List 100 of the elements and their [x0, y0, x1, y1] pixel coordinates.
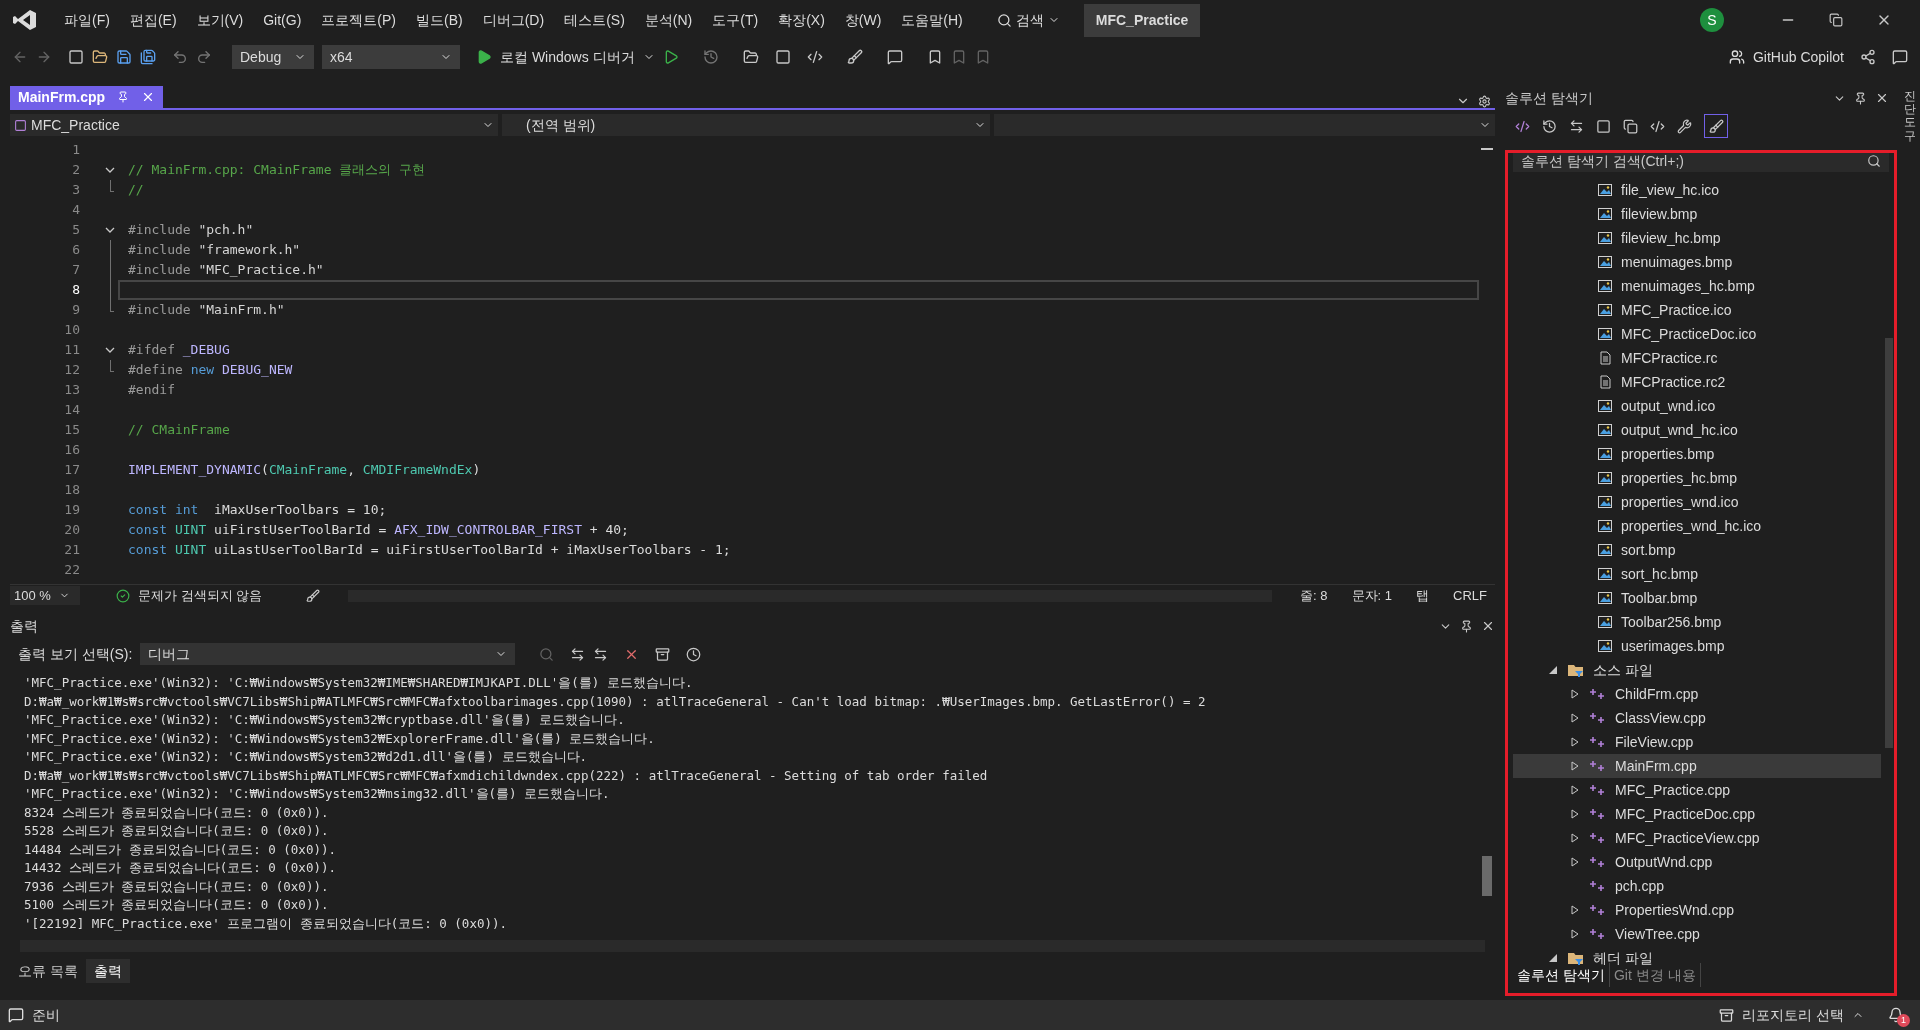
tree-item[interactable]: ViewTree.cpp — [1513, 922, 1881, 946]
project-dropdown[interactable]: MFC_Practice — [10, 114, 498, 136]
open-folder-icon[interactable] — [92, 49, 108, 65]
expand-arrow-icon[interactable] — [1571, 929, 1579, 939]
menu-item[interactable]: 빌드(B) — [406, 9, 473, 31]
tree-item[interactable]: MFC_Practice.cpp — [1513, 778, 1881, 802]
issues-status[interactable]: 문제가 검색되지 않음 — [116, 585, 263, 606]
history-icon[interactable] — [1542, 118, 1557, 134]
properties-icon[interactable] — [1677, 118, 1692, 134]
tree-item[interactable]: fileview.bmp — [1513, 202, 1881, 226]
tree-item[interactable]: ClassView.cpp — [1513, 706, 1881, 730]
tree-folder[interactable]: 소스 파일 — [1513, 658, 1881, 682]
tree-item[interactable]: userimages.bmp — [1513, 634, 1881, 658]
tree-item[interactable]: MFC_PracticeView.cpp — [1513, 826, 1881, 850]
find-icon[interactable] — [539, 646, 555, 662]
settings-icon[interactable] — [1478, 95, 1491, 108]
tree-item[interactable]: output_wnd_hc.ico — [1513, 418, 1881, 442]
tree-item[interactable]: MFC_Practice.ico — [1513, 298, 1881, 322]
indent-mode[interactable]: 탭 — [1416, 585, 1430, 606]
tree-item[interactable]: sort_hc.bmp — [1513, 562, 1881, 586]
copilot-button[interactable]: GitHub Copilot — [1728, 46, 1844, 68]
tree-item[interactable]: Toolbar256.bmp — [1513, 610, 1881, 634]
collapse-arrow-icon[interactable] — [1549, 666, 1557, 674]
menu-item[interactable]: 창(W) — [834, 9, 892, 31]
expand-arrow-icon[interactable] — [1571, 809, 1579, 819]
tree-item[interactable]: properties_hc.bmp — [1513, 466, 1881, 490]
expand-arrow-icon[interactable] — [1571, 833, 1579, 843]
expand-arrow-icon[interactable] — [1571, 761, 1579, 771]
timestamp-icon[interactable] — [686, 646, 702, 662]
menu-item[interactable]: 디버그(D) — [472, 9, 555, 31]
hot-reload-icon[interactable] — [702, 49, 719, 65]
code-view-icon[interactable] — [1650, 118, 1665, 134]
feedback-icon[interactable] — [1892, 49, 1908, 65]
tree-item[interactable]: menuimages.bmp — [1513, 250, 1881, 274]
pin-icon[interactable] — [1854, 91, 1867, 105]
pin-icon[interactable] — [1460, 619, 1473, 633]
tree-item[interactable]: MainFrm.cpp — [1513, 754, 1881, 778]
tree-item[interactable]: MFCPractice.rc — [1513, 346, 1881, 370]
column-position[interactable]: 문자: 1 — [1351, 585, 1393, 606]
expand-arrow-icon[interactable] — [1571, 713, 1579, 723]
menu-item[interactable]: 보기(V) — [186, 9, 254, 31]
tree-item[interactable]: sort.bmp — [1513, 538, 1881, 562]
menu-item[interactable]: 파일(F) — [54, 9, 120, 31]
tree-item[interactable]: ChildFrm.cpp — [1513, 682, 1881, 706]
tree-item[interactable]: properties.bmp — [1513, 442, 1881, 466]
start-debugger-button[interactable]: 로컬 Windows 디버거 — [476, 46, 655, 68]
expand-arrow-icon[interactable] — [1571, 737, 1579, 747]
tree-item[interactable]: OutputWnd.cpp — [1513, 850, 1881, 874]
menu-item[interactable]: 프로젝트(P) — [311, 9, 406, 31]
menu-item[interactable]: 도움말(H) — [891, 9, 973, 31]
tree-item[interactable]: output_wnd.ico — [1513, 394, 1881, 418]
bottom-tab[interactable]: 출력 — [85, 959, 130, 983]
show-all-files-icon[interactable] — [1623, 118, 1638, 134]
save-icon[interactable] — [116, 49, 132, 65]
pin-icon[interactable] — [117, 91, 130, 103]
next-message-icon[interactable] — [593, 646, 609, 662]
configuration-dropdown[interactable]: Debug — [232, 45, 314, 69]
platform-dropdown[interactable]: x64 — [322, 45, 460, 69]
output-source-dropdown[interactable]: 디버그 — [140, 643, 516, 665]
code-cleanup-icon[interactable] — [306, 588, 321, 603]
save-all-icon[interactable] — [140, 49, 156, 65]
collapse-arrow-icon[interactable] — [1549, 954, 1557, 962]
tree-item[interactable]: pch.cpp — [1513, 874, 1881, 898]
browse-icon[interactable] — [742, 49, 759, 65]
zoom-dropdown[interactable]: 100 % — [10, 585, 80, 606]
tree-item[interactable]: properties_wnd_hc.ico — [1513, 514, 1881, 538]
menu-item[interactable]: 도구(T) — [702, 9, 769, 31]
notification-icon[interactable] — [1888, 1007, 1904, 1023]
user-avatar[interactable]: S — [1700, 8, 1724, 32]
tree-item[interactable]: file_view_hc.ico — [1513, 178, 1881, 202]
editor-tab[interactable]: MainFrm.cpp — [10, 86, 164, 108]
expand-arrow-icon[interactable] — [1571, 857, 1579, 867]
tree-item[interactable]: fileview_hc.bmp — [1513, 226, 1881, 250]
redo-icon[interactable] — [196, 49, 212, 65]
tree-item[interactable]: MFC_PracticeDoc.ico — [1513, 322, 1881, 346]
menu-item[interactable]: 테스트(S) — [554, 9, 635, 31]
comment-icon[interactable] — [886, 49, 903, 65]
tree-item[interactable]: FileView.cpp — [1513, 730, 1881, 754]
close-icon[interactable] — [1875, 91, 1889, 105]
tree-item[interactable]: Toolbar.bmp — [1513, 586, 1881, 610]
scope-dropdown[interactable]: (전역 범위) — [502, 114, 990, 136]
menu-item[interactable]: Git(G) — [253, 9, 312, 31]
tree-item[interactable]: MFCPractice.rc2 — [1513, 370, 1881, 394]
close-icon[interactable] — [1481, 619, 1495, 633]
menu-item[interactable]: 확장(X) — [768, 9, 835, 31]
menu-item[interactable]: 분석(N) — [634, 9, 703, 31]
expand-arrow-icon[interactable] — [1571, 905, 1579, 915]
tree-item[interactable]: MFC_PracticeDoc.cpp — [1513, 802, 1881, 826]
sync-icon[interactable] — [1569, 118, 1584, 134]
share-icon[interactable] — [1860, 49, 1876, 65]
back-icon[interactable] — [12, 49, 28, 65]
tree-item[interactable]: menuimages_hc.bmp — [1513, 274, 1881, 298]
tree-item[interactable]: properties_wnd.ico — [1513, 490, 1881, 514]
expand-arrow-icon[interactable] — [1571, 785, 1579, 795]
undo-icon[interactable] — [172, 49, 188, 65]
previous-message-icon[interactable] — [570, 646, 586, 662]
menu-item[interactable]: 편집(E) — [119, 9, 187, 31]
side-tab[interactable]: 진단 도구 — [1904, 90, 1916, 1000]
repository-button[interactable]: 리포지토리 선택 — [1719, 1004, 1864, 1026]
line-ending[interactable]: CRLF — [1453, 585, 1487, 606]
